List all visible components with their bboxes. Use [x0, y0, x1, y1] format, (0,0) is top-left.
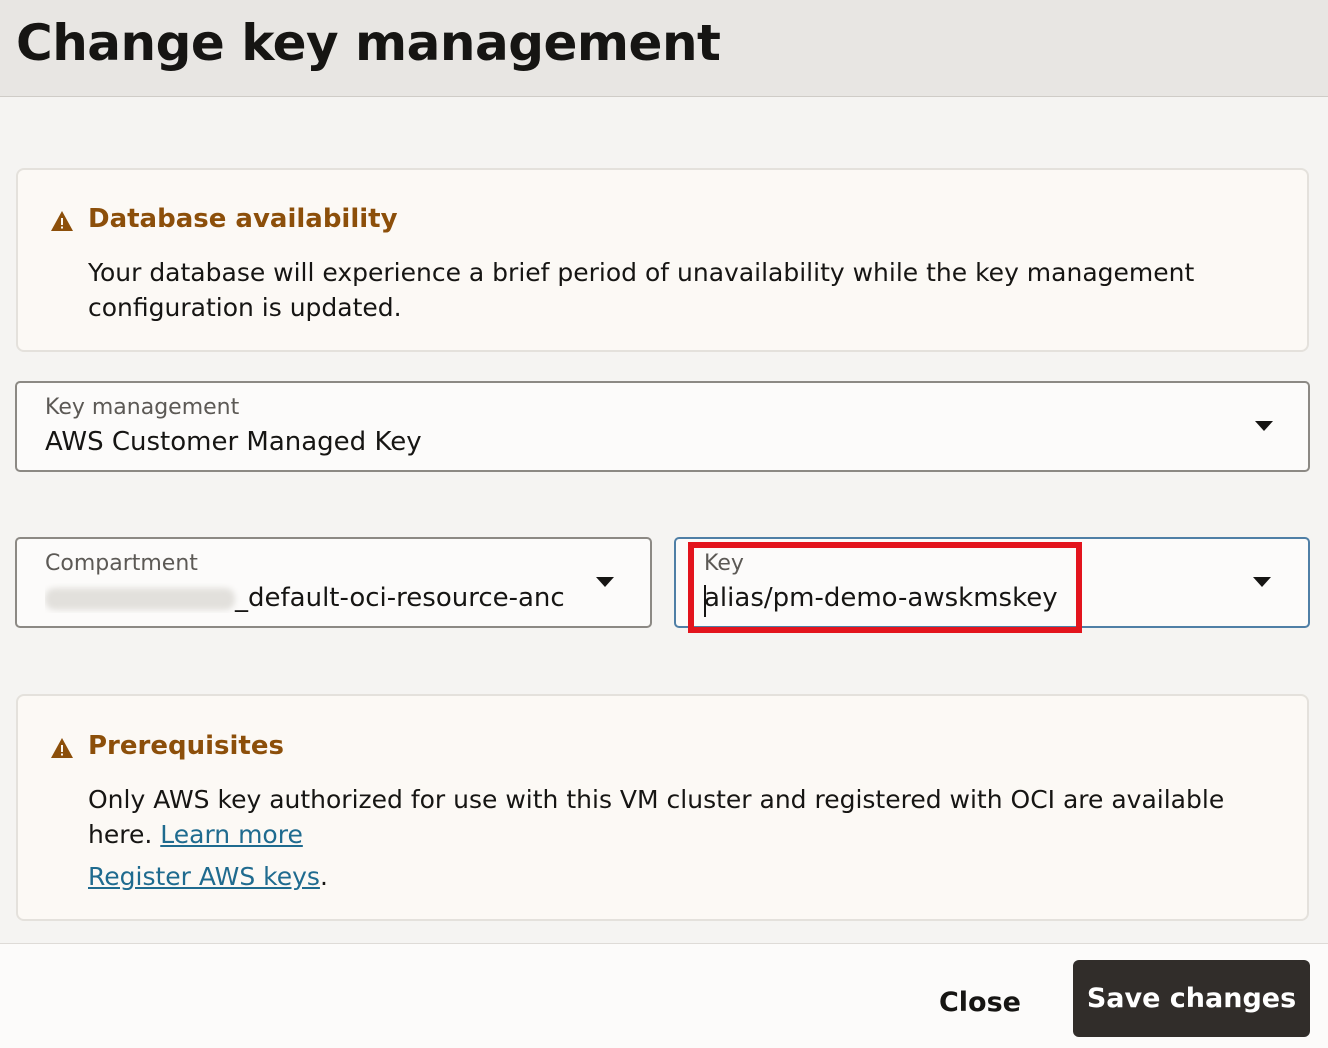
learn-more-link[interactable]: Learn more [160, 820, 303, 849]
register-line: Register AWS keys. [88, 859, 1268, 894]
close-button[interactable]: Close [918, 972, 1042, 1032]
prerequisites-alert-body: Only AWS key authorized for use with thi… [88, 782, 1268, 852]
key-management-label: Key management [45, 395, 240, 420]
availability-alert-body: Your database will experience a brief pe… [88, 258, 1195, 322]
availability-alert-title: Database availability [88, 204, 398, 234]
dialog-footer: Close Save changes [0, 943, 1328, 1048]
key-management-value: AWS Customer Managed Key [45, 427, 422, 457]
compartment-label: Compartment [45, 551, 198, 576]
prerequisites-alert: Prerequisites Only AWS key authorized fo… [16, 694, 1309, 921]
availability-alert: Database availability Your database will… [16, 168, 1309, 352]
compartment-select[interactable]: Compartment _default-oci-resource-ancl [15, 537, 652, 628]
chevron-down-icon[interactable] [1253, 577, 1271, 587]
key-management-select[interactable]: Key management AWS Customer Managed Key [15, 381, 1310, 472]
chevron-down-icon[interactable] [1255, 421, 1273, 431]
key-select[interactable]: Key alias/pm-demo-awskmskey [674, 537, 1310, 628]
dialog-title: Change key management [16, 14, 721, 72]
compartment-value-text: _default-oci-resource-ancl [235, 583, 567, 613]
warning-icon [51, 211, 73, 231]
compartment-value: _default-oci-resource-ancl [45, 583, 567, 613]
register-suffix: . [319, 862, 328, 891]
save-changes-button[interactable]: Save changes [1073, 960, 1310, 1037]
key-value[interactable]: alias/pm-demo-awskmskey [704, 583, 1058, 613]
chevron-down-icon[interactable] [596, 577, 614, 587]
register-aws-keys-link[interactable]: Register AWS keys [88, 862, 320, 891]
key-label: Key [704, 551, 744, 576]
redacted-text [45, 587, 235, 610]
prerequisites-alert-title: Prerequisites [88, 731, 284, 761]
warning-icon [51, 738, 73, 758]
dialog-header: Change key management [0, 0, 1328, 97]
